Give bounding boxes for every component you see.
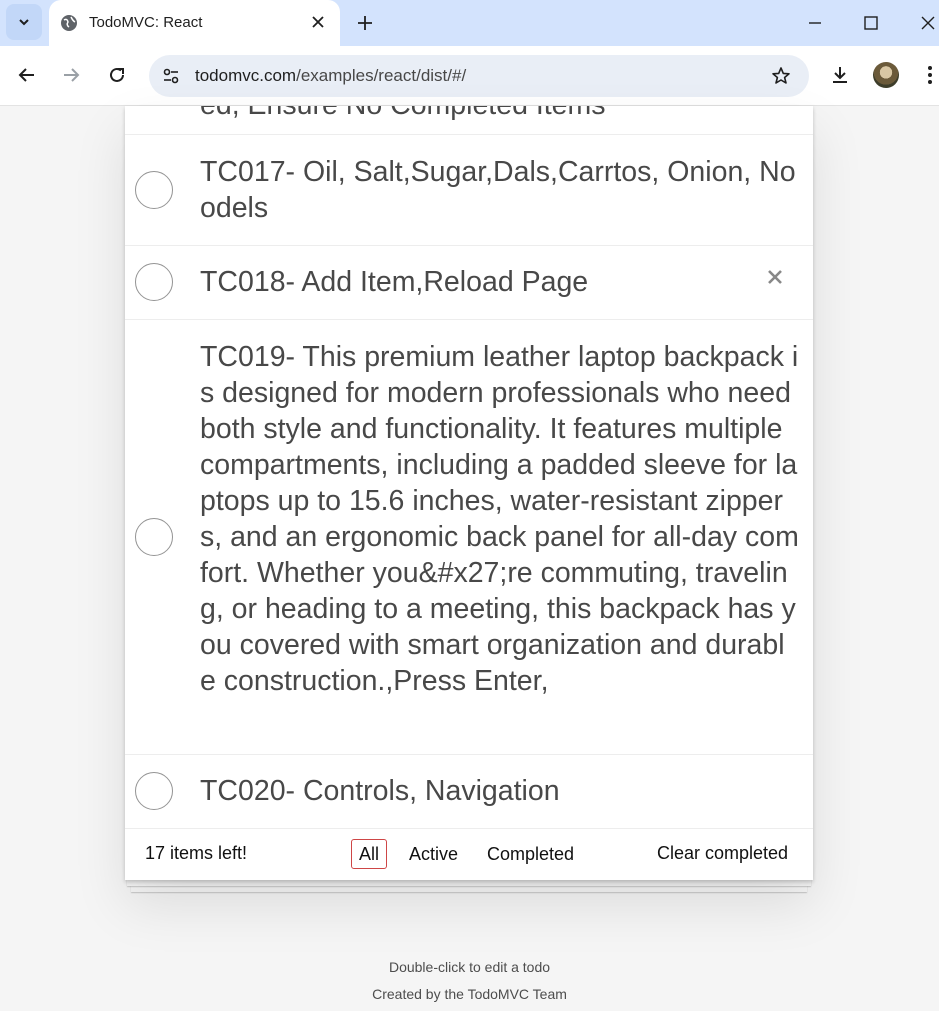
chevron-down-icon (19, 19, 29, 26)
todo-toggle-checkbox[interactable] (135, 518, 173, 556)
tab-search-button[interactable] (6, 4, 42, 40)
todo-item[interactable]: ed, Ensure No Completed Items (125, 106, 813, 135)
star-icon (772, 67, 790, 84)
todo-label[interactable]: TC017- Oil, Salt,Sugar,Dals,Carrtos, Oni… (200, 154, 800, 226)
menu-dots-icon (928, 66, 932, 84)
todo-label[interactable]: TC019- This premium leather laptop backp… (200, 339, 800, 699)
todo-label[interactable]: ed, Ensure No Completed Items (200, 106, 800, 123)
delete-todo-button[interactable] (763, 265, 787, 289)
todo-footer: 17 items left! All Active Completed Clea… (125, 828, 813, 880)
new-tab-button[interactable] (350, 8, 380, 38)
minimize-icon (809, 22, 821, 24)
back-button[interactable] (12, 60, 42, 90)
items-left-count: 17 items left! (145, 843, 248, 863)
active-tab[interactable]: TodoMVC: React (49, 0, 340, 46)
edit-hint: Double-click to edit a todo (388, 959, 551, 975)
plus-icon (358, 16, 372, 30)
todo-label[interactable]: TC018- Add Item,Reload Page (200, 264, 800, 300)
todo-item[interactable]: TC018- Add Item,Reload Page (125, 246, 813, 320)
filter-completed[interactable]: Completed (479, 839, 582, 869)
todo-toggle-checkbox[interactable] (135, 263, 173, 301)
downloads-button[interactable] (825, 60, 855, 90)
close-window-icon (921, 16, 935, 30)
url-host: todomvc.com (195, 66, 297, 85)
todo-toggle-checkbox[interactable] (135, 772, 173, 810)
download-icon (833, 67, 847, 83)
back-arrow-icon (18, 68, 34, 82)
url-path: /examples/react/dist/#/ (296, 66, 467, 85)
todo-item[interactable]: TC019- This premium leather laptop backp… (125, 320, 813, 755)
tab-title: TodoMVC: React (89, 14, 203, 31)
todo-item[interactable]: TC017- Oil, Salt,Sugar,Dals,Carrtos, Oni… (125, 135, 813, 246)
filter-all[interactable]: All (351, 839, 388, 869)
filter-active[interactable]: Active (401, 839, 466, 869)
bookmark-button[interactable] (769, 64, 793, 88)
forward-button[interactable] (56, 60, 86, 90)
url-text: todomvc.com/examples/react/dist/#/ (195, 66, 466, 86)
close-tab-button[interactable] (307, 11, 329, 33)
credits: Created by the TodoMVC Team (372, 986, 567, 1002)
todo-item[interactable]: TC020- Controls, Navigation (125, 755, 813, 829)
profile-avatar[interactable] (873, 62, 899, 88)
close-window-button[interactable] (910, 8, 939, 38)
site-info-icon (163, 68, 179, 84)
reload-button[interactable] (102, 60, 132, 90)
tab-bar: TodoMVC: React (0, 0, 939, 46)
browser-toolbar: todomvc.com/examples/react/dist/#/ (0, 46, 939, 106)
address-bar[interactable]: todomvc.com/examples/react/dist/#/ (149, 55, 809, 97)
maximize-button[interactable] (853, 8, 889, 38)
todo-label[interactable]: TC020- Controls, Navigation (200, 773, 800, 809)
maximize-icon (864, 16, 878, 30)
clear-completed-button[interactable]: Clear completed (657, 843, 788, 864)
globe-icon (61, 15, 77, 31)
todo-toggle-checkbox[interactable] (135, 171, 173, 209)
minimize-button[interactable] (797, 8, 833, 38)
close-icon (312, 16, 324, 28)
site-info-button[interactable] (159, 64, 183, 88)
forward-arrow-icon (64, 68, 80, 82)
reload-icon (110, 67, 124, 82)
browser-menu-button[interactable] (915, 60, 939, 90)
close-icon (768, 270, 782, 284)
todo-app: ed, Ensure No Completed Items TC017- Oil… (125, 106, 813, 880)
